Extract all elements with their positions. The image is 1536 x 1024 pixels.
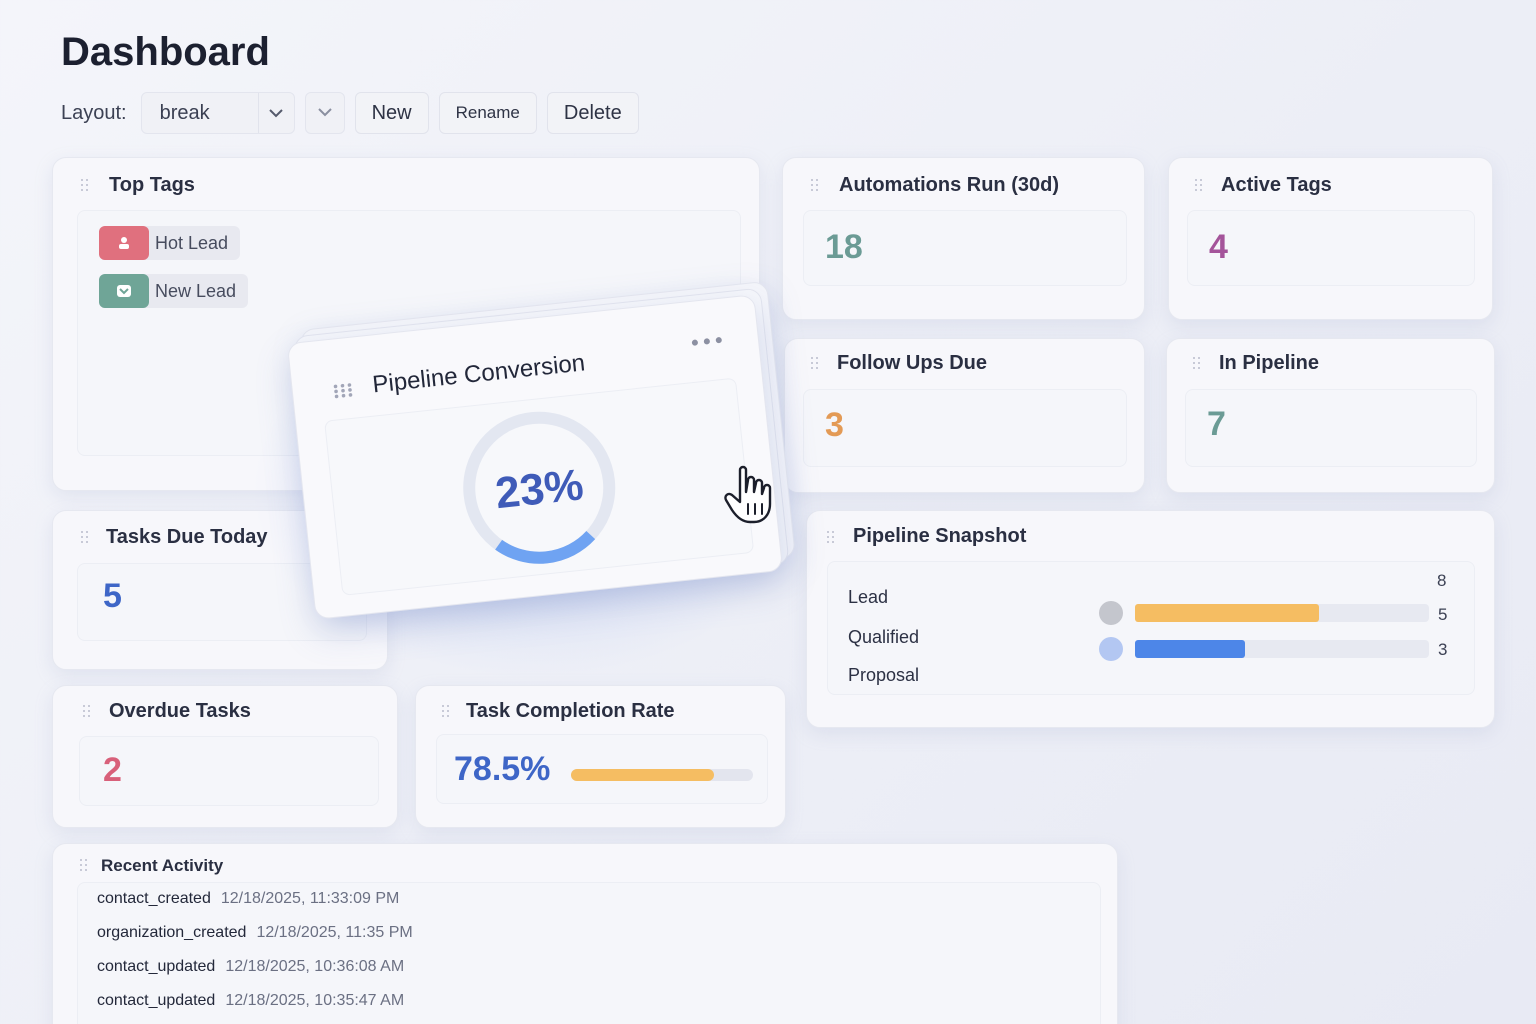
list-item[interactable]: contact_updated 12/18/2025, 10:35:47 AM xyxy=(97,992,404,1010)
pipeline-snapshot-card: Pipeline Snapshot Lead Qualified Proposa… xyxy=(806,510,1495,728)
layout-dropdown-button[interactable] xyxy=(304,92,345,134)
layout-select-value: break xyxy=(159,101,210,124)
completion-progress-fill xyxy=(571,769,714,781)
new-layout-button[interactable]: New xyxy=(354,92,429,134)
card-title: Automations Run (30d) xyxy=(839,174,1059,196)
stage-label: Qualified xyxy=(848,627,920,647)
drag-handle-icon[interactable] xyxy=(811,179,819,191)
tag-label: Hot Lead xyxy=(155,232,229,253)
widget-body: Pipeline Conversion 23% xyxy=(286,294,784,620)
drag-handle-icon[interactable] xyxy=(827,531,835,543)
metric-box xyxy=(1187,210,1475,286)
layout-select[interactable]: break xyxy=(140,92,295,134)
task-completion-value: 78.5% xyxy=(454,750,551,788)
follow-ups-value: 3 xyxy=(825,406,844,444)
chevron-down-icon xyxy=(317,104,332,122)
metric-box xyxy=(1185,389,1477,467)
card-title: Tasks Due Today xyxy=(106,526,268,548)
list-item[interactable]: organization_created 12/18/2025, 11:35 PM xyxy=(97,924,413,942)
active-tags-card: Active Tags 4 xyxy=(1168,157,1493,320)
bar-track xyxy=(1135,640,1429,658)
drag-handle-icon[interactable] xyxy=(811,357,819,369)
more-options-icon[interactable] xyxy=(689,332,726,348)
automations-card: Automations Run (30d) 18 xyxy=(782,157,1145,320)
inbox-icon xyxy=(99,274,149,308)
card-title: In Pipeline xyxy=(1219,352,1320,374)
stage-label: Proposal xyxy=(848,665,920,685)
tag-label: New Lead xyxy=(155,280,237,301)
card-title: Follow Ups Due xyxy=(837,352,987,374)
activity-event: contact_created xyxy=(97,890,211,907)
rename-layout-button[interactable]: Rename xyxy=(438,92,537,134)
metric-box xyxy=(803,389,1127,467)
snapshot-chart xyxy=(827,561,1475,695)
activity-time: 12/18/2025, 11:33:09 PM xyxy=(220,890,400,907)
activity-event: organization_created xyxy=(97,924,247,941)
drag-handle-icon[interactable] xyxy=(1193,357,1201,369)
activity-time: 12/18/2025, 10:35:47 AM xyxy=(225,992,405,1009)
stage-label: Lead xyxy=(848,587,889,607)
tag-new-lead[interactable]: New Lead xyxy=(99,274,249,308)
bar-fill xyxy=(1135,604,1319,622)
metric-box xyxy=(79,736,379,806)
bar-fill xyxy=(1135,640,1246,658)
drag-handle-icon[interactable] xyxy=(81,179,89,191)
bar-dot xyxy=(1099,601,1123,625)
list-item[interactable]: contact_created 12/18/2025, 11:33:09 PM xyxy=(97,890,399,908)
drag-handle-icon[interactable] xyxy=(80,859,88,871)
layout-toolbar: Layout: break New Rename Delete xyxy=(61,92,639,134)
drag-handle-icon[interactable] xyxy=(1195,179,1203,191)
completion-progress-track xyxy=(571,769,753,781)
drag-handle-icon[interactable] xyxy=(442,705,450,717)
drag-handle-icon[interactable] xyxy=(81,531,89,543)
tag-hot-lead[interactable]: Hot Lead xyxy=(99,226,241,260)
hand-pointer-icon xyxy=(722,462,788,528)
bar-value-label: 3 xyxy=(1438,640,1448,659)
in-pipeline-card: In Pipeline 7 xyxy=(1166,338,1495,493)
card-title: Active Tags xyxy=(1221,174,1332,196)
bar-dot xyxy=(1099,637,1123,661)
active-tags-value: 4 xyxy=(1209,228,1228,266)
drag-handle-icon[interactable] xyxy=(332,381,356,399)
pipeline-conversion-widget[interactable]: Pipeline Conversion 23% xyxy=(286,280,796,620)
card-title: Task Completion Rate xyxy=(466,700,675,722)
activity-event: contact_updated xyxy=(97,958,216,975)
person-icon xyxy=(99,226,149,260)
card-title: Overdue Tasks xyxy=(109,700,251,722)
chevron-down-icon[interactable] xyxy=(257,93,294,133)
follow-ups-card: Follow Ups Due 3 xyxy=(784,338,1145,493)
list-item[interactable]: contact_updated 12/18/2025, 10:36:08 AM xyxy=(97,958,404,976)
in-pipeline-value: 7 xyxy=(1207,405,1226,443)
max-value-label: 8 xyxy=(1437,571,1447,590)
bar-track xyxy=(1135,604,1429,622)
overdue-tasks-value: 2 xyxy=(103,751,122,789)
tasks-due-today-value: 5 xyxy=(103,577,122,615)
overdue-tasks-card: Overdue Tasks 2 xyxy=(52,685,398,828)
layout-label: Layout: xyxy=(61,101,127,124)
page-title: Dashboard xyxy=(61,30,270,74)
bar-value-label: 5 xyxy=(1438,605,1448,624)
drag-handle-icon[interactable] xyxy=(83,705,91,717)
automations-value: 18 xyxy=(825,228,863,266)
activity-time: 12/18/2025, 10:36:08 AM xyxy=(225,958,405,975)
card-title: Recent Activity xyxy=(101,856,224,875)
widget-title: Pipeline Conversion xyxy=(371,349,587,399)
activity-event: contact_updated xyxy=(97,992,216,1009)
task-completion-card: Task Completion Rate 78.5% xyxy=(415,685,786,828)
card-title: Pipeline Snapshot xyxy=(853,525,1027,547)
activity-time: 12/18/2025, 11:35 PM xyxy=(256,924,413,941)
card-title: Top Tags xyxy=(109,174,195,196)
delete-layout-button[interactable]: Delete xyxy=(546,92,639,134)
